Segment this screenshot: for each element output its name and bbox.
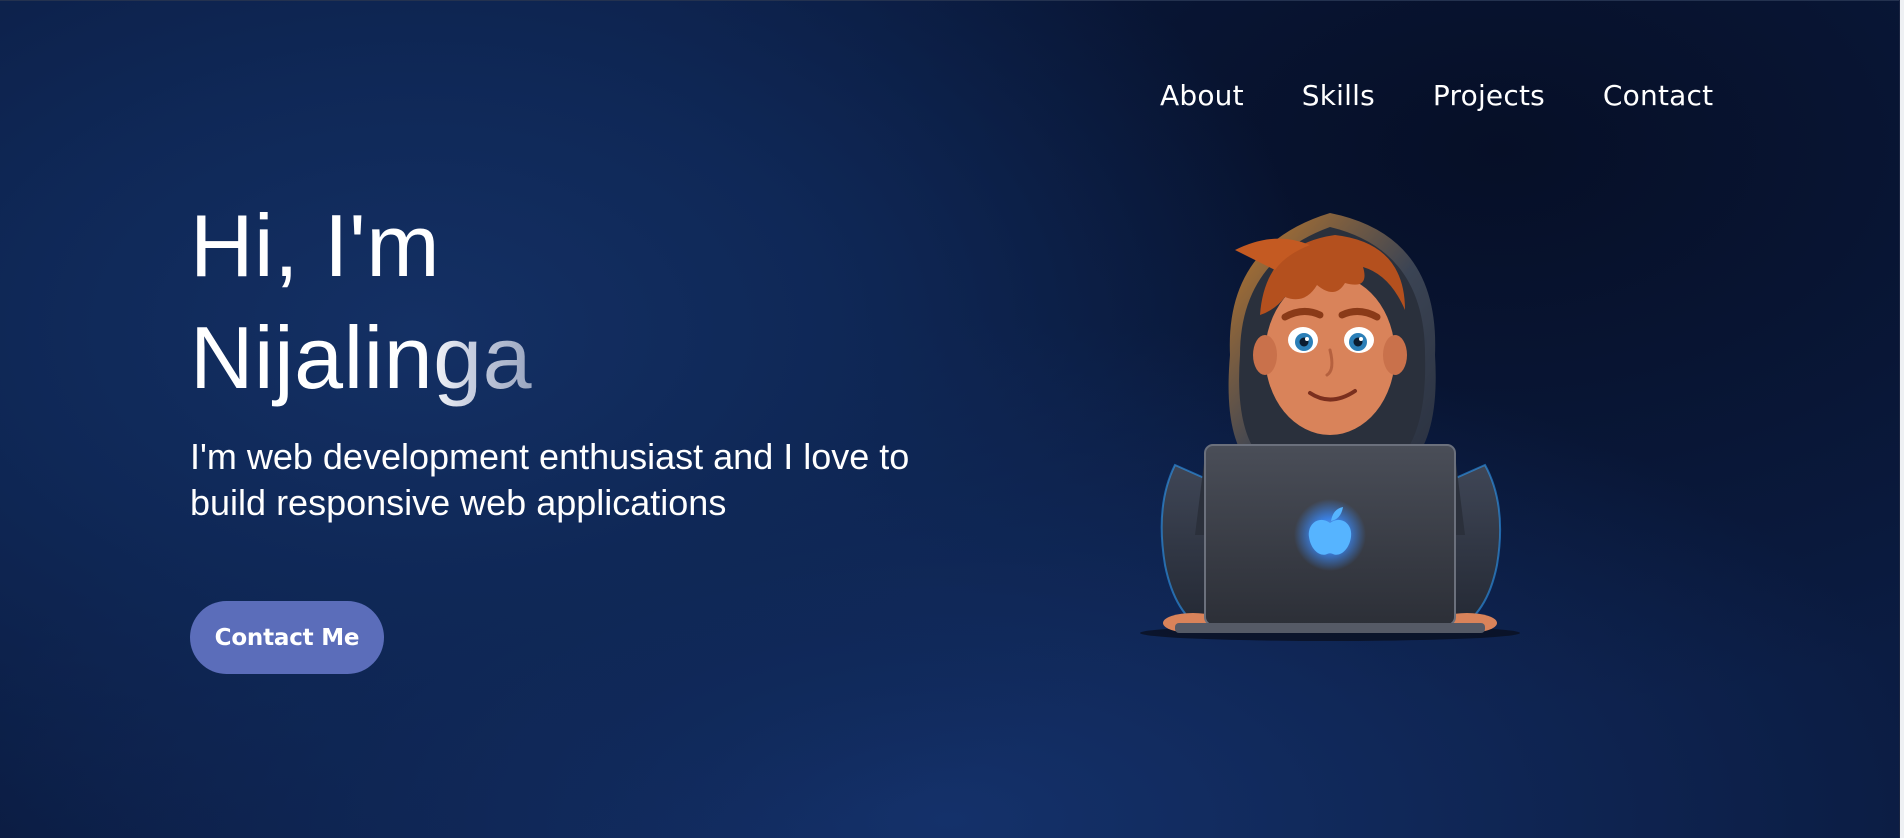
hero-heading: Hi, I'm Nijalinga <box>190 190 1010 414</box>
nav-link-contact[interactable]: Contact <box>1603 78 1713 114</box>
nav-link-skills[interactable]: Skills <box>1302 78 1375 114</box>
nav-link-projects[interactable]: Projects <box>1433 78 1545 114</box>
hero-tagline: I'm web development enthusiast and I lov… <box>190 436 910 523</box>
hero-greeting: Hi, I'm <box>190 196 441 295</box>
scrollbar-track[interactable] <box>1900 0 1904 838</box>
portfolio-page: About Skills Projects Contact Hi, I'm Ni… <box>0 0 1904 838</box>
developer-avatar-illustration <box>1140 213 1520 641</box>
window-top-border <box>0 0 1904 1</box>
hero-name: Nijalinga <box>190 302 532 414</box>
main-nav: About Skills Projects Contact <box>1160 78 1713 114</box>
nav-link-about[interactable]: About <box>1160 78 1244 114</box>
contact-me-button[interactable]: Contact Me <box>190 601 384 674</box>
hero-section: Hi, I'm Nijalinga I'm web development en… <box>190 190 1010 526</box>
